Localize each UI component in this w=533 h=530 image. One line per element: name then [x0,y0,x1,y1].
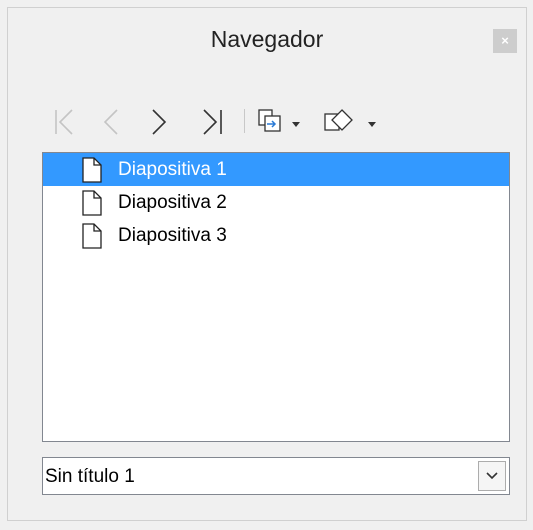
drag-mode-icon [258,109,300,132]
toolbar-separator [244,109,245,133]
previous-slide-button[interactable] [94,102,128,142]
document-select-value: Sin título 1 [45,466,135,487]
last-icon [203,109,222,135]
dialog-title: Navegador [210,26,324,52]
slide-page-icon [82,223,102,249]
slide-page-icon [82,190,102,216]
chevron-down-icon [486,472,498,480]
slide-tree: Diapositiva 1 Diapositiva 2 Diapositiva … [42,152,510,442]
previous-icon [103,109,118,135]
dropdown-button[interactable] [478,461,506,491]
close-button[interactable]: × [493,29,517,53]
document-select[interactable]: Sin título 1 [42,457,510,495]
shapes-icon [324,109,376,131]
drag-mode-button[interactable] [254,102,314,142]
shapes-button[interactable] [320,102,384,142]
first-icon [55,109,73,135]
titlebar: Navegador × [8,8,526,68]
next-icon [152,109,167,135]
tree-item-slide-2[interactable]: Diapositiva 2 [43,186,509,219]
slide-page-icon [82,157,102,183]
tree-item-slide-1[interactable]: Diapositiva 1 [43,153,509,186]
navigator-toolbar [48,102,428,142]
tree-item-label: Diapositiva 1 [118,159,227,180]
tree-item-label: Diapositiva 3 [118,225,227,246]
navigator-dialog: Navegador × Diapositiva 1 Diapositiva 2 … [7,7,527,521]
tree-item-label: Diapositiva 2 [118,192,227,213]
next-slide-button[interactable] [142,102,176,142]
first-slide-button[interactable] [48,102,82,142]
last-slide-button[interactable] [194,102,232,142]
tree-item-slide-3[interactable]: Diapositiva 3 [43,219,509,252]
